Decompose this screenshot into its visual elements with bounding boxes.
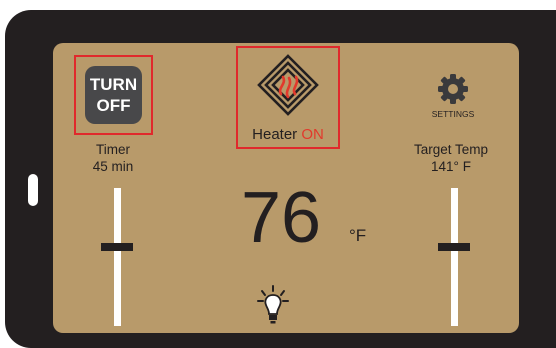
heater-status-text: Heater ON xyxy=(238,126,338,143)
turn-off-label-line1: TURN xyxy=(89,75,138,94)
light-bulb-icon[interactable] xyxy=(256,284,290,328)
settings-label: SETTINGS xyxy=(431,109,475,119)
tablet-device: TURN OFF Heater ON SETTINGS Timer 45 min… xyxy=(5,10,556,348)
heater-label: Heater xyxy=(252,126,298,143)
heater-on-status: ON xyxy=(301,126,324,143)
target-temp-value: 141° F xyxy=(431,159,471,174)
target-temp-label: Target Temp xyxy=(413,142,489,157)
heater-screen: TURN OFF Heater ON SETTINGS Timer 45 min… xyxy=(53,43,519,333)
timer-slider-track[interactable] xyxy=(114,188,121,326)
current-temperature: 76 xyxy=(241,178,322,258)
heater-flame-icon xyxy=(257,54,319,116)
timer-label-group: Timer 45 min xyxy=(83,141,143,175)
timer-slider-thumb[interactable] xyxy=(101,243,133,251)
heater-status-highlight: Heater ON xyxy=(236,46,340,149)
target-temp-label-group: Target Temp 141° F xyxy=(401,141,501,175)
temperature-unit: °F xyxy=(349,226,367,245)
home-button[interactable] xyxy=(28,174,38,206)
target-temp-slider-thumb[interactable] xyxy=(438,243,470,251)
turn-off-button[interactable]: TURN OFF xyxy=(85,66,142,124)
timer-value: 45 min xyxy=(92,159,134,174)
turn-off-label-line2: OFF xyxy=(96,96,131,115)
settings-button[interactable]: SETTINGS xyxy=(425,71,481,125)
target-temp-slider-track[interactable] xyxy=(451,188,458,326)
gear-icon xyxy=(438,74,468,104)
turn-off-highlight: TURN OFF xyxy=(74,55,153,135)
timer-label: Timer xyxy=(96,142,130,157)
